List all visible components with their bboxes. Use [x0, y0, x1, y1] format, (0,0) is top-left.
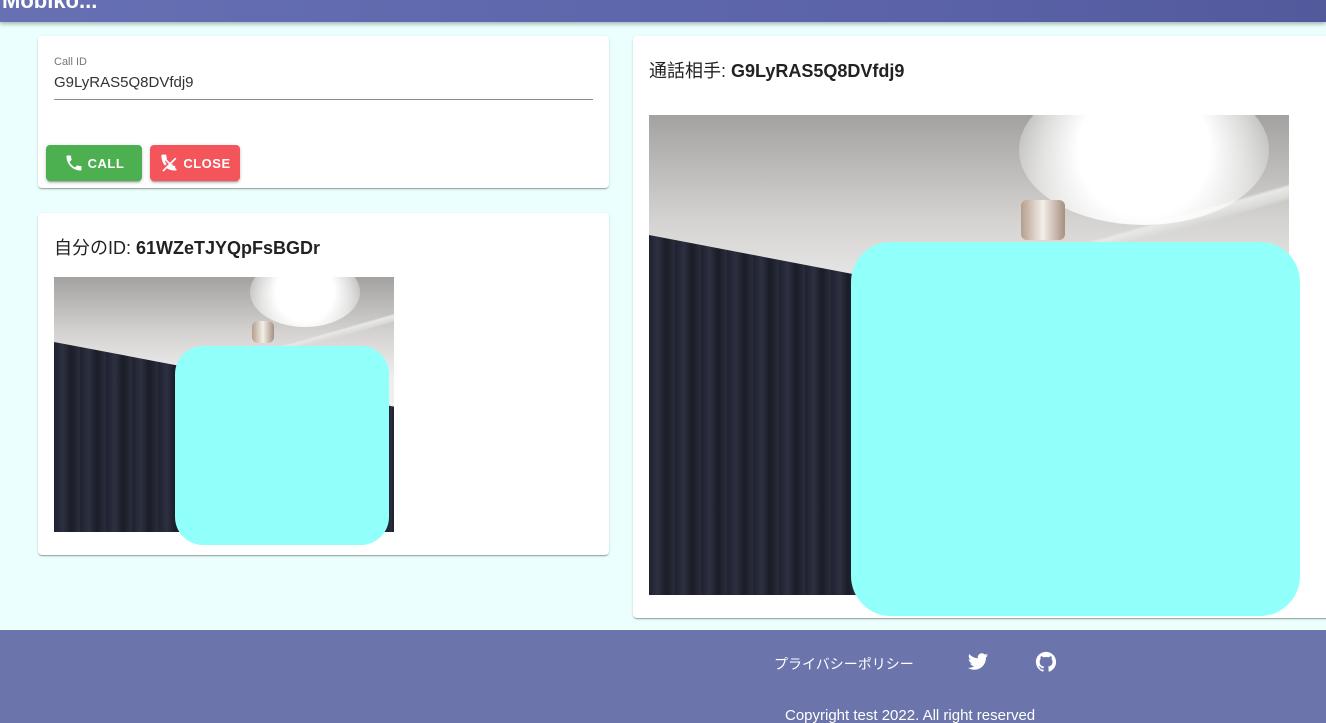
- privacy-policy-link[interactable]: プライバシーポリシー: [774, 654, 914, 674]
- phone-icon: [66, 155, 82, 171]
- twitter-link[interactable]: [967, 651, 989, 673]
- peer-video-overlay: [851, 242, 1300, 616]
- peer-video-card: 通話相手: G9LyRAS5Q8DVfdj9: [633, 36, 1326, 618]
- self-video-overlay: [175, 346, 389, 545]
- footer: プライバシーポリシー Copyright test 2022. All righ…: [0, 630, 1326, 723]
- app-bar: Mobiko...: [0, 0, 1326, 22]
- self-id-heading: 自分のID: 61WZeTJYQpFsBGDr: [54, 234, 320, 260]
- self-id-prefix: 自分のID:: [54, 238, 137, 258]
- call-button[interactable]: CALL: [46, 145, 142, 181]
- close-button[interactable]: CLOSE: [150, 145, 240, 181]
- close-button-label: CLOSE: [183, 155, 231, 171]
- twitter-icon: [967, 653, 989, 670]
- self-id-value: 61WZeTJYQpFsBGDr: [136, 238, 321, 258]
- call-button-label: CALL: [87, 155, 125, 171]
- self-video-card: 自分のID: 61WZeTJYQpFsBGDr: [38, 213, 609, 555]
- github-link[interactable]: [1035, 651, 1057, 673]
- peer-id-prefix: 通話相手:: [649, 61, 732, 81]
- call-id-input[interactable]: [54, 72, 593, 100]
- call-form-card: Call ID CALL CLOSE: [38, 36, 609, 188]
- call-id-label: Call ID: [54, 56, 88, 68]
- peer-id-value: G9LyRAS5Q8DVfdj9: [731, 61, 905, 81]
- phone-disabled-icon: [161, 154, 178, 172]
- github-icon: [1035, 651, 1057, 672]
- copyright-text: Copyright test 2022. All right reserved: [785, 707, 1036, 723]
- peer-id-heading: 通話相手: G9LyRAS5Q8DVfdj9: [649, 57, 904, 83]
- app-title: Mobiko...: [2, 0, 98, 13]
